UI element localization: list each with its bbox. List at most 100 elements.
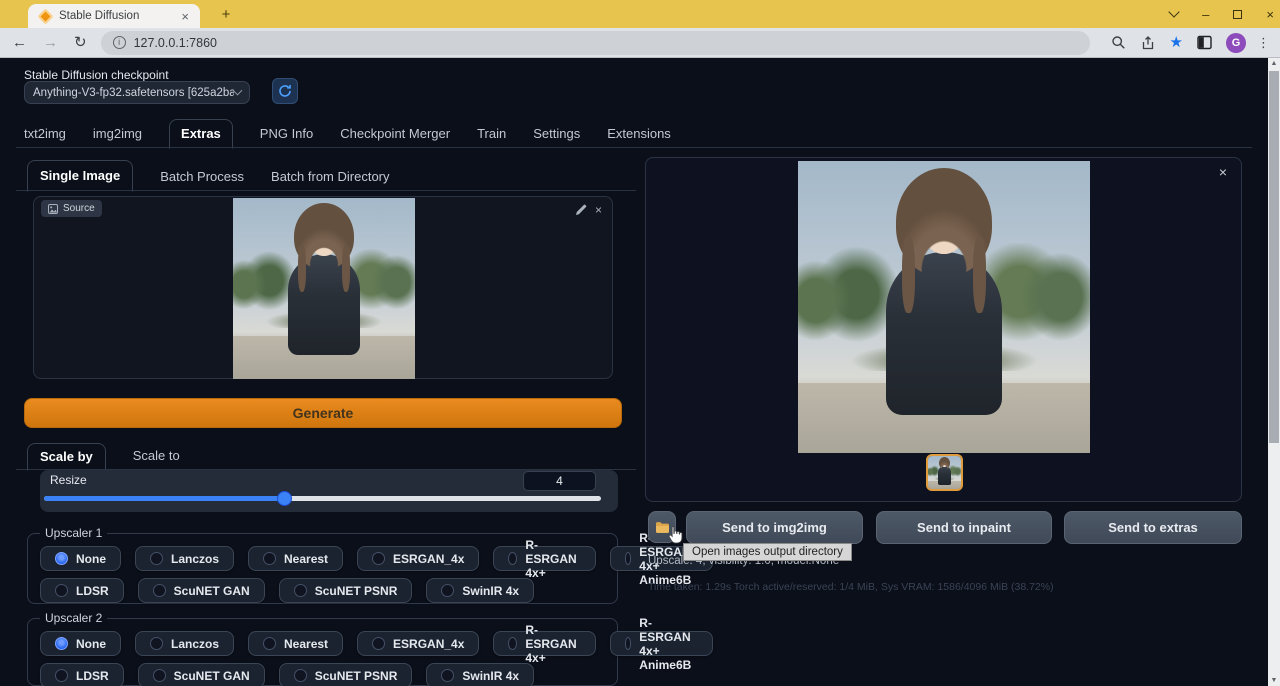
site-info-icon[interactable]: i [113,36,126,49]
tab-checkpoint-merger[interactable]: Checkpoint Merger [340,126,450,148]
output-image[interactable] [798,161,1090,453]
tab-close-icon[interactable]: × [178,9,192,24]
slider-fill [44,496,284,501]
tooltip: Open images output directory [683,543,852,561]
send-to-extras-button[interactable]: Send to extras [1064,511,1242,544]
upscaler2-option-lanczos[interactable]: Lanczos [135,631,234,656]
refresh-checkpoint-button[interactable] [272,78,298,104]
minimize-button[interactable]: – [1202,8,1209,21]
source-chip-label: Source [63,203,95,214]
upscaler1-option-esrgan4x[interactable]: ESRGAN_4x [357,546,479,571]
tab-scale-by[interactable]: Scale by [27,443,106,471]
mouse-cursor [667,525,684,550]
forward-button[interactable]: → [43,35,58,50]
radio-icon [55,584,68,597]
tab-batch-process[interactable]: Batch Process [160,169,244,191]
url-bar[interactable]: i 127.0.0.1:7860 [101,31,1090,55]
url-text: 127.0.0.1:7860 [134,36,217,50]
tab-txt2img[interactable]: txt2img [24,126,66,148]
resize-slider[interactable] [44,496,601,501]
tab-batch-from-directory[interactable]: Batch from Directory [271,169,389,191]
image-icon [48,204,58,214]
tab-extras[interactable]: Extras [169,119,233,149]
browser-tab[interactable]: Stable Diffusion × [28,4,200,28]
radio-selected-icon [55,637,68,650]
generate-button[interactable]: Generate [24,398,622,428]
window-close-button[interactable]: × [1266,8,1274,21]
share-icon[interactable] [1140,35,1156,51]
gallery-close-icon[interactable]: × [1219,165,1227,179]
scrollbar-thumb[interactable] [1269,71,1279,443]
tab-png-info[interactable]: PNG Info [260,126,313,148]
upscaler1-option-nearest[interactable]: Nearest [248,546,343,571]
checkpoint-dropdown[interactable]: Anything-V3-fp32.safetensors [625a2ba2] [24,81,250,104]
tab-extensions[interactable]: Extensions [607,126,671,148]
radio-icon [372,637,385,650]
output-gallery: × [645,157,1242,502]
upscaler2-option-scunet-gan[interactable]: ScuNET GAN [138,663,265,686]
upscaler1-option-none[interactable]: None [40,546,121,571]
upscaler1-option-swinir4x[interactable]: SwinIR 4x [426,578,534,603]
bookmark-star-icon[interactable]: ★ [1170,35,1183,50]
performance-text: Time taken: 1.29s Torch active/reserved:… [648,581,1054,593]
profile-avatar[interactable]: G [1226,33,1246,53]
new-tab-button[interactable]: + [216,5,236,25]
source-image-dropzone[interactable]: Source × [33,196,613,379]
slider-thumb[interactable] [277,491,292,506]
radio-icon [294,584,307,597]
gradio-favicon-icon [38,8,54,24]
radio-icon [625,552,632,565]
upscaler1-option-lanczos[interactable]: Lanczos [135,546,234,571]
radio-icon [625,637,632,650]
upscaler2-group: Upscaler 2 None Lanczos Nearest ESRGAN_4… [27,618,618,686]
vertical-scrollbar[interactable]: ▲ ▼ [1268,58,1280,686]
sub-tabs-underline [16,190,636,191]
gallery-thumbnail-selected[interactable] [926,454,963,491]
upscaler2-option-esrgan4x[interactable]: ESRGAN_4x [357,631,479,656]
resize-number-input[interactable]: 4 [523,471,596,491]
upscaler2-option-nearest[interactable]: Nearest [248,631,343,656]
upscaler1-option-ldsr[interactable]: LDSR [40,578,124,603]
upscaler2-option-resrgan4x[interactable]: R-ESRGAN 4x+ [493,631,595,656]
scroll-up-icon[interactable]: ▲ [1268,60,1280,67]
radio-icon [153,584,166,597]
radio-icon [294,669,307,682]
browser-toolbar: ← → ↻ i 127.0.0.1:7860 ★ G ⋮ [0,28,1280,58]
radio-icon [150,637,163,650]
upscaler2-option-scunet-psnr[interactable]: ScuNET PSNR [279,663,413,686]
upscaler1-option-resrgan4x[interactable]: R-ESRGAN 4x+ [493,546,595,571]
radio-icon [55,669,68,682]
webui-page: Stable Diffusion checkpoint Anything-V3-… [0,58,1268,686]
maximize-button[interactable] [1233,10,1242,19]
upscaler2-option-swinir4x[interactable]: SwinIR 4x [426,663,534,686]
upscaler2-option-none[interactable]: None [40,631,121,656]
send-to-inpaint-button[interactable]: Send to inpaint [876,511,1052,544]
back-button[interactable]: ← [12,35,27,50]
upscaler1-legend: Upscaler 1 [40,526,107,540]
tab-scale-to[interactable]: Scale to [133,448,180,470]
tab-search-chevron-icon[interactable] [1169,6,1180,17]
radio-icon [263,552,276,565]
tab-single-image[interactable]: Single Image [27,160,133,192]
chevron-down-icon [233,86,243,96]
radio-icon [150,552,163,565]
clear-source-icon[interactable]: × [595,204,602,216]
reload-button[interactable]: ↻ [74,35,87,50]
scroll-down-icon[interactable]: ▼ [1268,677,1280,684]
browser-menu-icon[interactable]: ⋮ [1257,35,1270,51]
upscaler1-option-scunet-psnr[interactable]: ScuNET PSNR [279,578,413,603]
tab-settings[interactable]: Settings [533,126,580,148]
upscaler2-legend: Upscaler 2 [40,611,107,625]
side-panel-icon[interactable] [1197,35,1212,50]
upscaler1-option-scunet-gan[interactable]: ScuNET GAN [138,578,265,603]
edit-pencil-icon[interactable] [575,204,587,216]
radio-icon [441,669,454,682]
radio-icon [153,669,166,682]
upscaler2-option-ldsr[interactable]: LDSR [40,663,124,686]
zoom-icon[interactable] [1111,35,1126,50]
tab-train[interactable]: Train [477,126,506,148]
source-image[interactable] [233,198,415,379]
send-to-img2img-button[interactable]: Send to img2img [686,511,863,544]
radio-icon [263,637,276,650]
tab-img2img[interactable]: img2img [93,126,142,148]
